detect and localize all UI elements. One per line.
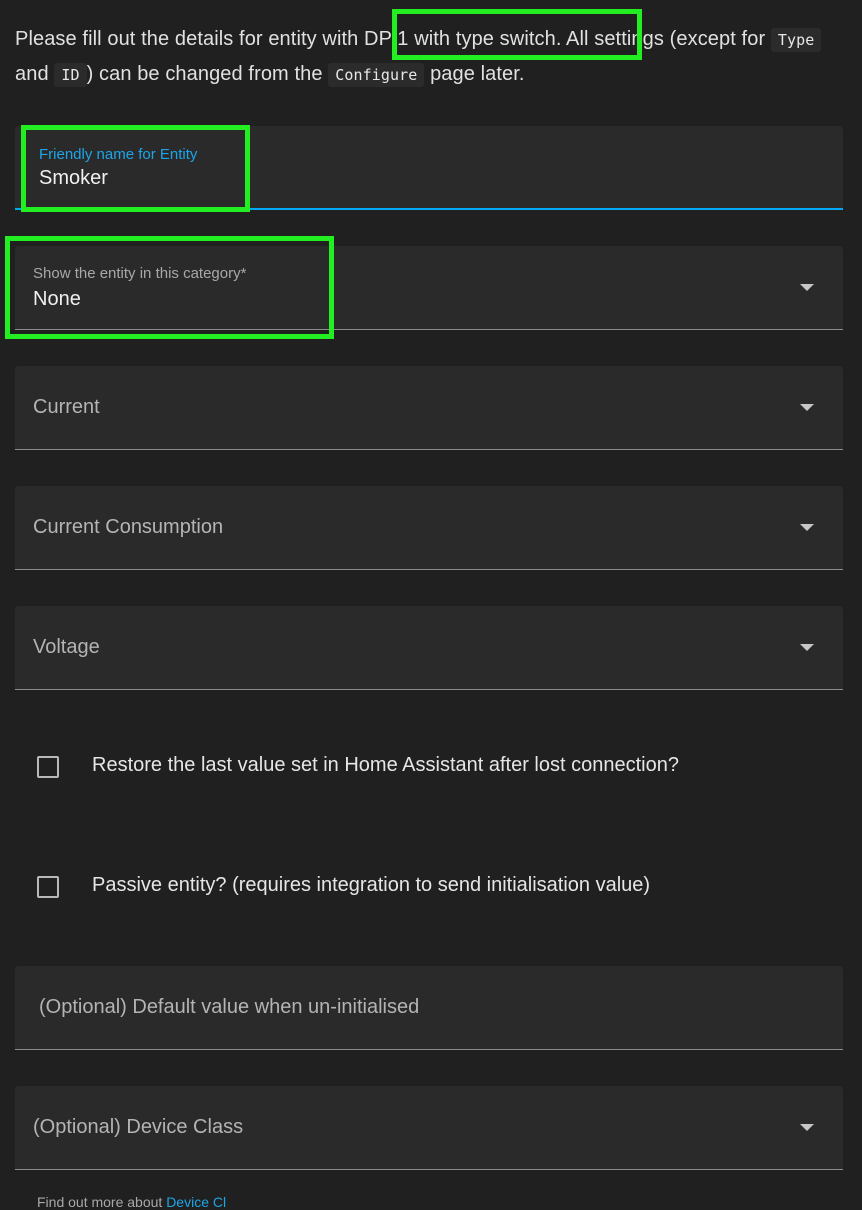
default-value-placeholder: (Optional) Default value when un-initial… [39,996,420,1018]
dp-type-text: DP 1 with type switch. [364,28,562,50]
helper-text: Find out more about [37,1194,167,1210]
friendly-name-field[interactable]: Friendly name for Entity Smoker [15,126,843,210]
description-text: Please fill out the details for entity w… [15,28,365,50]
device-class-select[interactable]: (Optional) Device Class [15,1086,843,1170]
entity-category-value: None [33,288,81,310]
dropdown-arrow-icon[interactable] [800,644,814,651]
current-placeholder: Current [33,396,100,418]
current-consumption-placeholder: Current Consumption [33,516,224,538]
voltage-placeholder: Voltage [33,636,100,658]
passive-entity-option[interactable]: Passive entity? (requires integration to… [37,874,837,904]
device-class-link[interactable]: Device Cl [166,1194,226,1210]
device-class-placeholder: (Optional) Device Class [33,1116,244,1138]
description-text: All settings (except for [561,28,771,50]
restore-last-value-label[interactable]: Restore the last value set in Home Assis… [92,754,679,777]
entity-category-select[interactable]: Show the entity in this category* None [15,246,843,330]
dropdown-arrow-icon[interactable] [800,284,814,291]
dropdown-arrow-icon[interactable] [800,1124,814,1131]
friendly-name-label: Friendly name for Entity [39,146,198,163]
entity-category-label: Show the entity in this category* [33,265,247,282]
dropdown-arrow-icon[interactable] [800,524,814,531]
device-class-helper: Find out more about Device Cl [37,1194,226,1210]
passive-entity-label[interactable]: Passive entity? (requires integration to… [92,874,650,897]
current-consumption-select[interactable]: Current Consumption [15,486,843,570]
form-description: Please fill out the details for entity w… [15,22,845,92]
description-text: page later. [424,63,525,85]
id-code: ID [54,63,87,87]
type-code: Type [770,28,822,52]
dropdown-arrow-icon[interactable] [800,404,814,411]
description-text: ) can be changed from the [86,63,329,85]
configure-code: Configure [328,63,425,87]
passive-entity-checkbox[interactable] [37,876,59,898]
default-value-field[interactable]: (Optional) Default value when un-initial… [15,966,843,1050]
current-select[interactable]: Current [15,366,843,450]
friendly-name-value[interactable]: Smoker [39,167,108,190]
voltage-select[interactable]: Voltage [15,606,843,690]
description-text: and [15,63,55,85]
restore-last-value-option[interactable]: Restore the last value set in Home Assis… [37,754,837,784]
restore-last-value-checkbox[interactable] [37,756,59,778]
